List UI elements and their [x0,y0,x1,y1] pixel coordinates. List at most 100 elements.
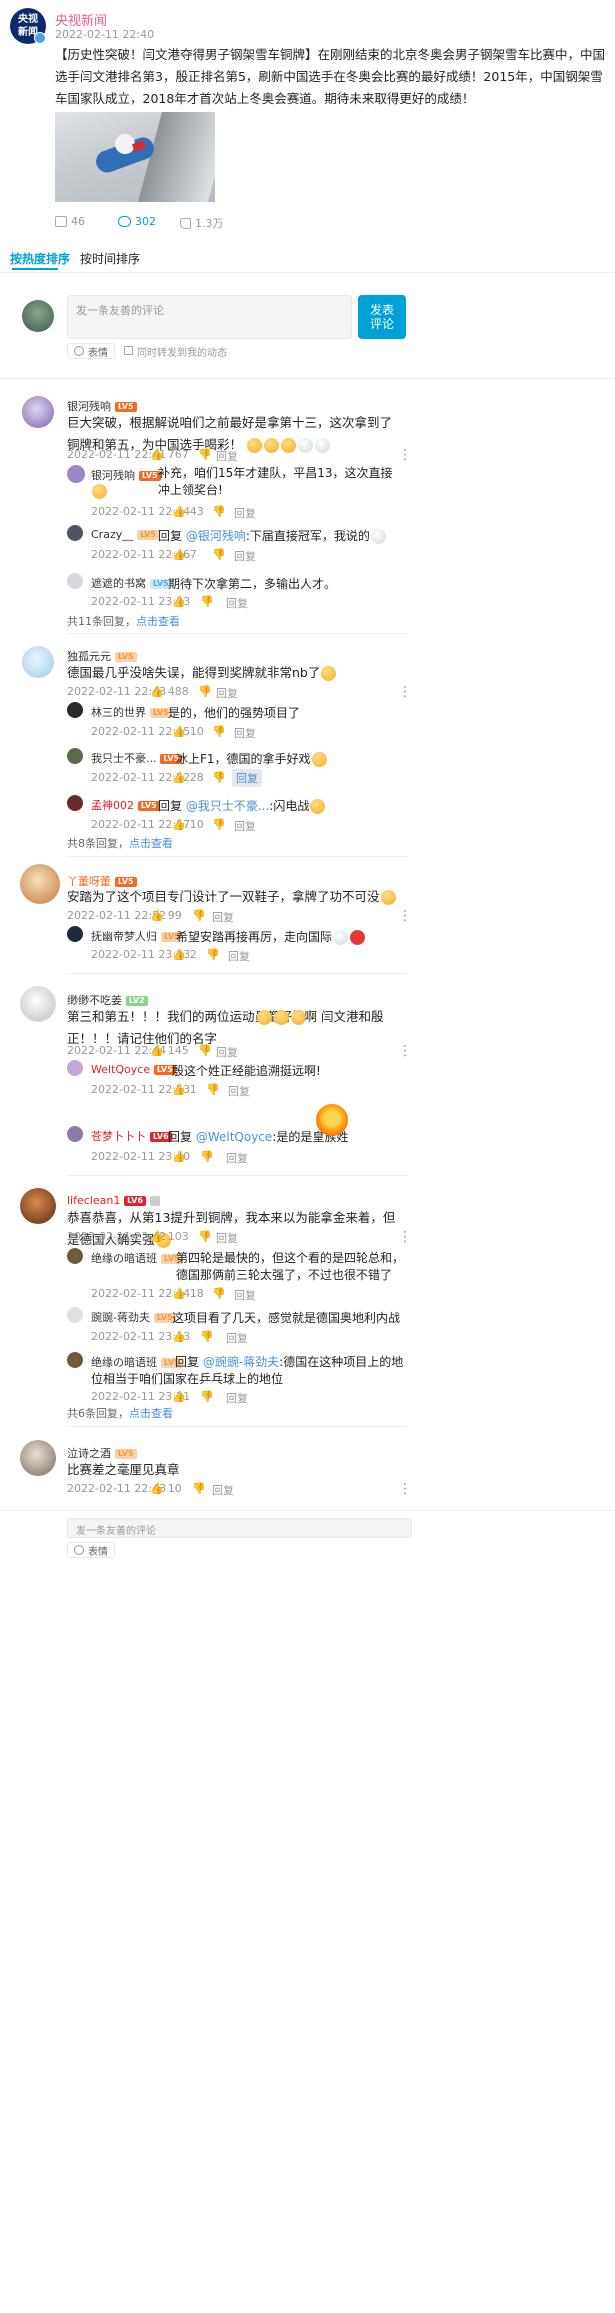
reply-reply-button[interactable]: 回复 [234,725,256,741]
tab-time[interactable]: 按时间排序 [80,250,140,267]
reply-dislike-button[interactable]: 👎 [206,948,220,961]
post-image[interactable] [55,112,215,202]
reply-like-button[interactable]: 👍 43 [172,505,204,518]
reply-username[interactable]: 绝缘の暗语班 [91,1252,157,1265]
comment-reply-button[interactable]: 回复 [212,909,234,925]
post-author-name[interactable]: 央视新闻 [55,10,107,29]
thumb-up-icon: 👍 [150,909,164,922]
mention-link[interactable]: @WeltQoyce [196,1130,272,1144]
reply-like-button[interactable]: 👍 [172,1150,186,1163]
reply-reply-button[interactable]: 回复 [234,505,256,521]
comment-dislike-button[interactable]: 👎 [198,448,212,461]
comment-button[interactable]: 302 [118,215,156,228]
reply-like-button[interactable]: 👍 [172,595,186,608]
reply-reply-button[interactable]: 回复 [226,1330,248,1346]
reply-username[interactable]: 苍梦卜卜卜 [91,1130,146,1143]
submit-comment-button[interactable]: 发表 评论 [358,295,406,339]
commenter-avatar[interactable] [20,1440,56,1476]
reply-reply-button[interactable]: 回复 [228,948,250,964]
reply-reply-button[interactable]: 回复 [234,1287,256,1303]
comment-reply-button[interactable]: 回复 [216,448,238,464]
more-replies-link[interactable]: 点击查看 [129,1407,173,1420]
reply-username[interactable]: 银河残响 [91,469,135,482]
reply-like-button[interactable]: 👍 1 [172,1083,197,1096]
comment-reply-button[interactable]: 回复 [216,1044,238,1060]
reply-like-button[interactable]: 👍 [172,1390,186,1403]
reply-dislike-button[interactable]: 👎 [212,505,226,518]
comment-dislike-button[interactable]: 👎 [192,909,206,922]
reply-reply-button[interactable]: 回复 [226,1150,248,1166]
comment-like-button[interactable]: 👍 10 [150,1482,182,1495]
reply-like-button[interactable]: 👍 10 [172,818,204,831]
reply-username[interactable]: 豌豌-蒋劲夫 [91,1311,150,1324]
reply-dislike-button[interactable]: 👎 [212,771,226,784]
repost-checkbox[interactable] [124,346,133,355]
tab-hot[interactable]: 按热度排序 [10,250,70,267]
comment-input[interactable]: 发一条友善的评论 [67,295,352,339]
reply-reply-button[interactable]: 回复 [234,818,256,834]
reply-like-button[interactable]: 👍 2 [172,948,197,961]
comment-reply-button[interactable]: 回复 [216,685,238,701]
reply-dislike-button[interactable]: 👎 [200,595,214,608]
mention-link[interactable]: @银河残响 [186,529,246,543]
reply-dislike-button[interactable]: 👎 [206,1083,220,1096]
bottom-comment-input[interactable]: 发一条友善的评论 [67,1518,412,1538]
more-options-icon[interactable]: ⋮ [398,909,412,923]
comment-like-button[interactable]: 👍 767 [150,448,189,461]
reply-like-button[interactable]: 👍 7 [172,548,197,561]
more-options-icon[interactable]: ⋮ [398,1230,412,1244]
comment-dislike-button[interactable]: 👎 [198,1044,212,1057]
reply-dislike-button[interactable]: 👎 [212,548,226,561]
reply-dislike-button[interactable]: 👎 [212,1287,226,1300]
reply-like-button[interactable]: 👍 10 [172,725,204,738]
reply-reply-button[interactable]: 回复 [228,1083,250,1099]
reply-dislike-button[interactable]: 👎 [212,725,226,738]
comment-like-button[interactable]: 👍 103 [150,1230,189,1243]
reply-username[interactable]: 我只士不豪... [91,752,157,765]
emoji-button[interactable]: 表情 [67,343,115,359]
share-button[interactable]: 46 [55,215,85,228]
comment-dislike-button[interactable]: 👎 [198,1230,212,1243]
reply-reply-button[interactable]: 回复 [226,595,248,611]
more-replies-link[interactable]: 点击查看 [136,615,180,628]
comment-reply-button[interactable]: 回复 [216,1230,238,1246]
comment-like-button[interactable]: 👍 145 [150,1044,189,1057]
reply-username[interactable]: 抚幽帝梦人归 [91,930,157,943]
reply-prefix: 回复 [158,799,186,813]
more-options-icon[interactable]: ⋮ [398,448,412,462]
reply-like-button[interactable]: 👍 18 [172,1287,204,1300]
reply-dislike-button[interactable]: 👎 [200,1330,214,1343]
reply-username[interactable]: 遮遮的书窝 [91,577,146,590]
reply-reply-button[interactable]: 回复 [232,769,262,787]
more-options-icon[interactable]: ⋮ [398,1044,412,1058]
mention-link[interactable]: @豌豌-蒋劲夫 [203,1355,279,1369]
reply-username[interactable]: WeltQoyce [91,1063,150,1076]
comment-like-button[interactable]: 👍 99 [150,909,182,922]
bottom-emoji-button[interactable]: 表情 [67,1542,115,1558]
reply-reply-button[interactable]: 回复 [226,1390,248,1406]
reply-like-button[interactable]: 👍 28 [172,771,204,784]
reply-dislike-button[interactable]: 👎 [200,1150,214,1163]
more-options-icon[interactable]: ⋮ [398,1482,412,1496]
reply-username[interactable]: 林三的世界 [91,706,146,719]
commenter-avatar[interactable] [22,646,54,678]
comment-username[interactable]: lifeclean1 [67,1194,120,1207]
mention-link[interactable]: @我只士不豪... [186,799,269,813]
commenter-avatar[interactable] [22,396,54,428]
comment-reply-button[interactable]: 回复 [212,1482,234,1498]
reply-reply-button[interactable]: 回复 [234,548,256,564]
comment-dislike-button[interactable]: 👎 [198,685,212,698]
reply-username[interactable]: Crazy__ [91,528,133,541]
reply-username[interactable]: 孟神002 [91,799,134,812]
comment-like-button[interactable]: 👍 488 [150,685,189,698]
reply-dislike-button[interactable]: 👎 [200,1390,214,1403]
commenter-avatar[interactable] [20,986,56,1022]
comment-dislike-button[interactable]: 👎 [192,1482,206,1495]
commenter-avatar[interactable] [20,864,60,904]
like-button[interactable]: 1.3万 [180,215,224,231]
commenter-avatar[interactable] [20,1188,56,1224]
more-options-icon[interactable]: ⋮ [398,685,412,699]
reply-like-button[interactable]: 👍 [172,1330,186,1343]
more-replies-link[interactable]: 点击查看 [129,837,173,850]
reply-dislike-button[interactable]: 👎 [212,818,226,831]
